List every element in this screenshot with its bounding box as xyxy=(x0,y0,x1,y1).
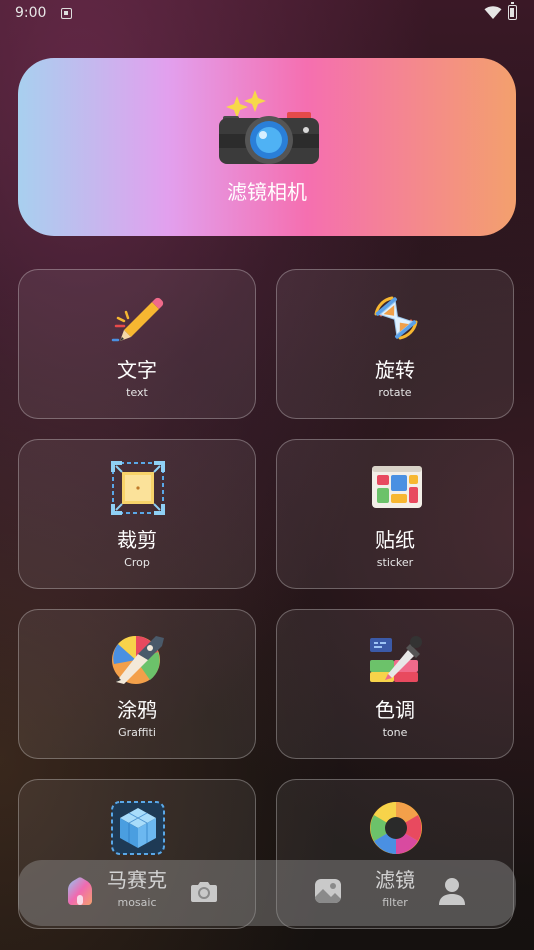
battery-icon xyxy=(508,2,517,20)
color-picker-icon xyxy=(370,636,422,682)
tool-title: 旋转 xyxy=(375,358,415,382)
filter-camera-banner[interactable]: 滤镜相机 xyxy=(18,58,516,236)
tool-subtitle: rotate xyxy=(378,386,412,399)
tool-title: 色调 xyxy=(375,698,415,722)
status-bar: 9:00 xyxy=(0,0,534,28)
tool-subtitle: Graffiti xyxy=(118,726,156,739)
gallery-icon[interactable] xyxy=(312,875,344,907)
tool-card-rotate[interactable]: 旋转 rotate xyxy=(276,269,514,419)
home-icon[interactable] xyxy=(64,875,96,907)
tool-title: 贴纸 xyxy=(375,528,415,552)
tool-subtitle: text xyxy=(126,386,148,399)
tool-card-tone[interactable]: 色调 tone xyxy=(276,609,514,759)
tool-subtitle: Crop xyxy=(124,556,150,569)
banner-title: 滤镜相机 xyxy=(227,180,307,204)
tool-title: 涂鸦 xyxy=(117,698,157,722)
hourglass-icon xyxy=(374,296,418,340)
bottom-nav xyxy=(18,860,516,926)
status-time: 9:00 xyxy=(15,5,47,21)
pencil-icon xyxy=(111,297,164,342)
cube-icon xyxy=(111,801,165,855)
tool-card-crop[interactable]: 裁剪 Crop xyxy=(18,439,256,589)
tool-subtitle: sticker xyxy=(376,556,414,569)
profile-icon[interactable] xyxy=(436,875,468,907)
camera-icon[interactable] xyxy=(188,875,220,907)
wifi-icon xyxy=(484,6,502,19)
tool-card-text[interactable]: 文字 text xyxy=(18,269,256,419)
tool-title: 裁剪 xyxy=(117,528,157,552)
sticker-icon xyxy=(372,466,422,508)
crop-icon xyxy=(111,461,165,515)
color-wheel-icon xyxy=(370,802,422,854)
camera-icon xyxy=(219,90,319,164)
pen-nib-icon xyxy=(112,635,164,684)
tool-title: 文字 xyxy=(117,358,157,382)
tool-card-sticker[interactable]: 贴纸 sticker xyxy=(276,439,514,589)
notification-icon xyxy=(61,8,72,19)
tool-card-graffiti[interactable]: 涂鸦 Graffiti xyxy=(18,609,256,759)
tool-subtitle: tone xyxy=(382,726,408,739)
